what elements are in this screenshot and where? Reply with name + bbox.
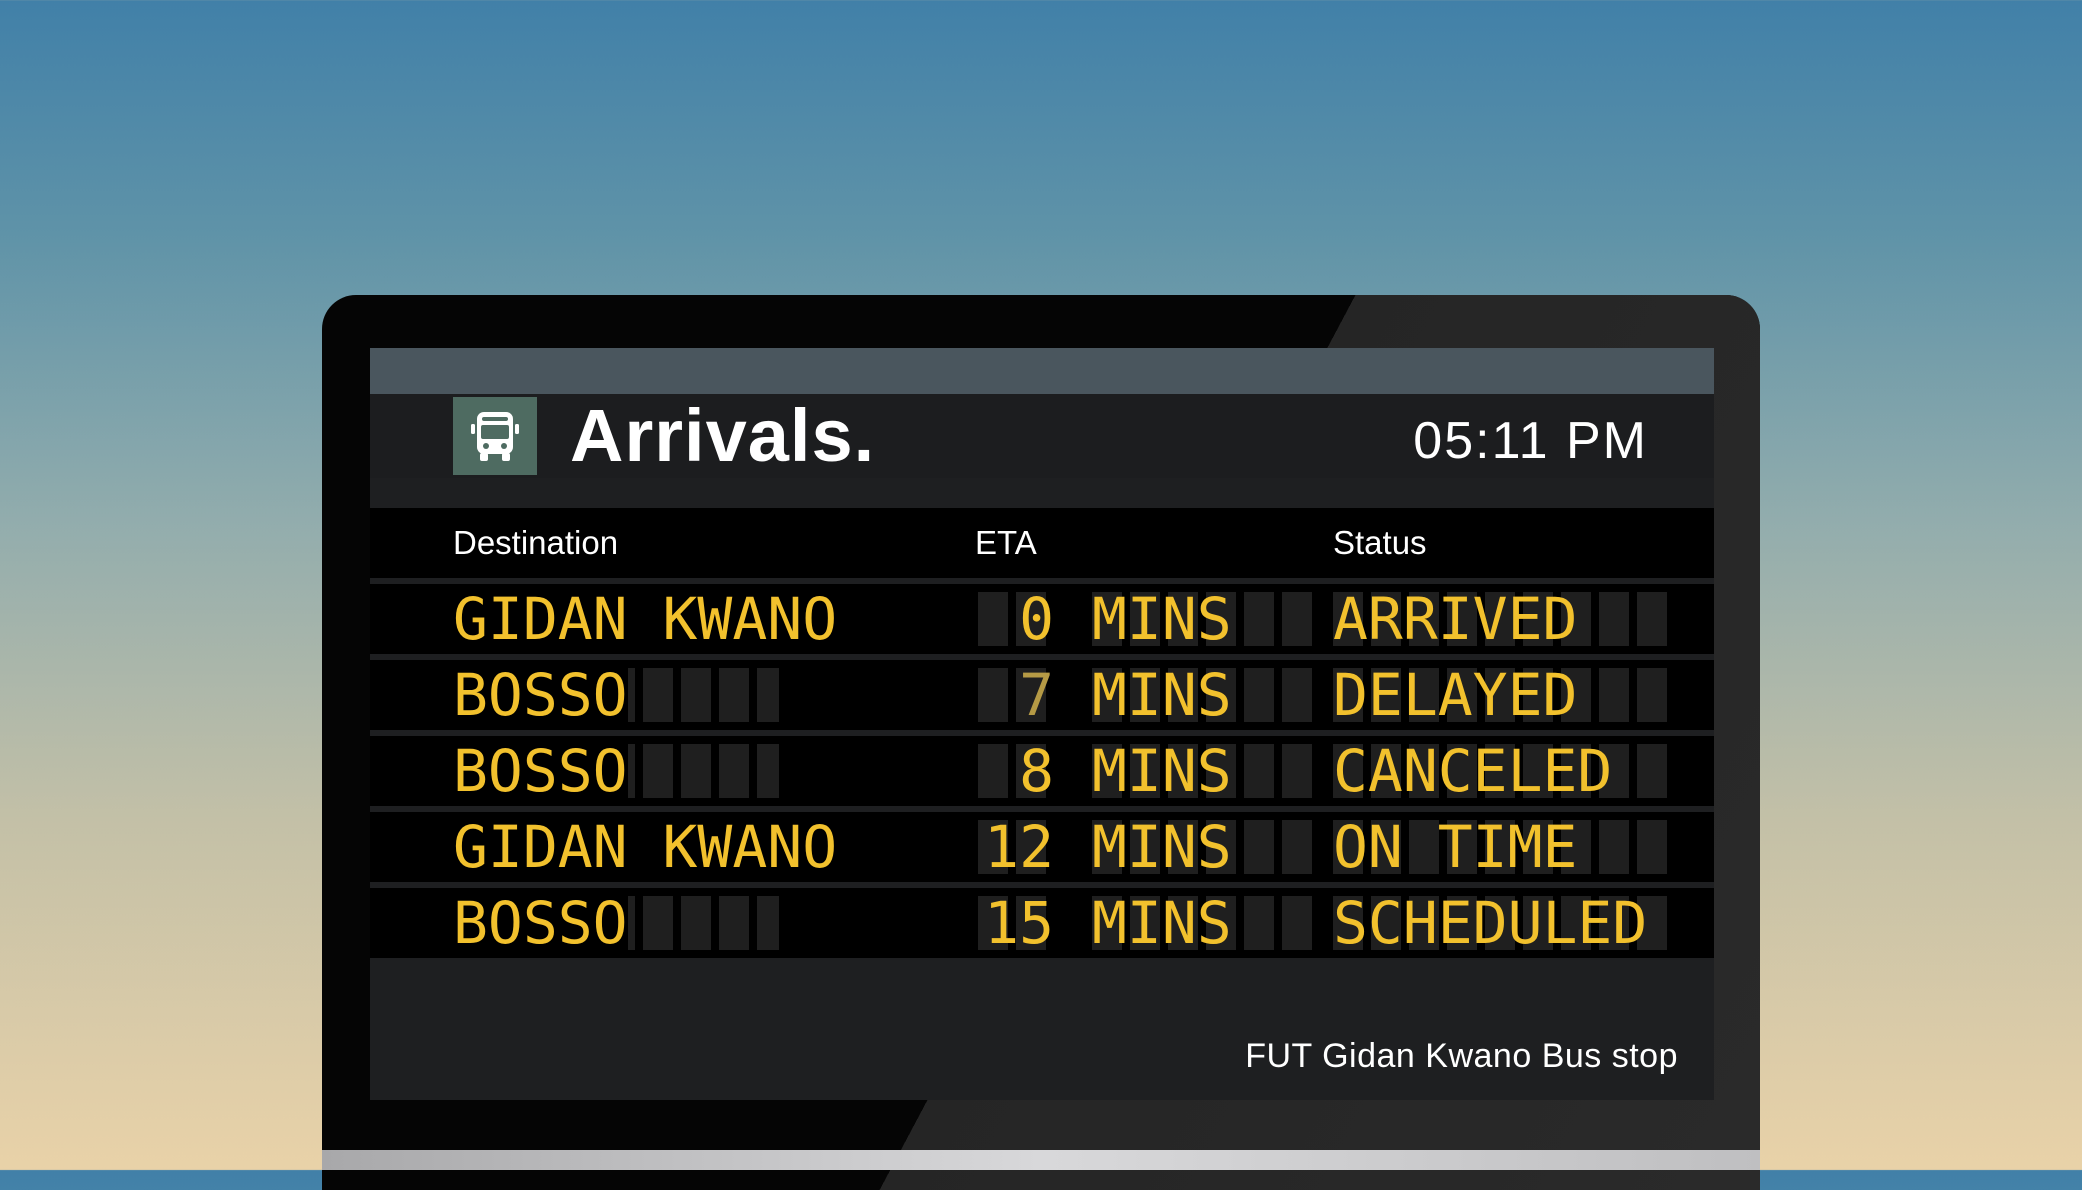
board-header: Arrivals. 05:11 PM [370,394,1714,478]
status-cell: DELAYED [1333,661,1578,729]
eta-value-cell: 12 [984,813,1054,881]
eta-value-cell: 8 [1019,737,1054,805]
display-monitor: Arrivals. 05:11 PM Destination ETA Statu… [322,295,1760,1190]
arrival-row: BOSSO 7 MINS DELAYED [370,660,1714,730]
bus-stop-name: FUT Gidan Kwano Bus stop [1245,1037,1678,1075]
arrivals-board: Arrivals. 05:11 PM Destination ETA Statu… [370,348,1714,1100]
arrival-row: BOSSO 15 MINS SCHEDULED [370,888,1714,958]
column-header-eta: ETA [975,524,1037,561]
column-headers: Destination ETA Status [370,508,1714,578]
monitor-chin [322,1150,1760,1170]
eta-unit-cell: MINS [1092,813,1232,881]
destination-cell: BOSSO [453,889,628,957]
eta-value-cell: 7 [1019,661,1054,729]
eta-unit-cell: MINS [1092,585,1232,653]
column-header-status: Status [1333,524,1427,561]
page-title: Arrivals. [570,394,876,477]
eta-unit-cell: MINS [1092,889,1232,957]
eta-unit-cell: MINS [1092,661,1232,729]
current-time: 05:11 PM [1413,412,1648,470]
eta-value-cell: 0 [1019,585,1054,653]
eta-value-cell: 15 [984,889,1054,957]
status-cell: SCHEDULED [1333,889,1648,957]
status-cell: ARRIVED [1333,585,1578,653]
arrival-row: BOSSO 8 MINS CANCELED [370,736,1714,806]
destination-cell: GIDAN KWANO [453,813,838,881]
arrival-row: GIDAN KWANO 0 MINS ARRIVED [370,584,1714,654]
destination-cell: BOSSO [453,661,628,729]
destination-cell: GIDAN KWANO [453,585,838,653]
arrival-row: GIDAN KWANO 12 MINS ON TIME [370,812,1714,882]
status-cell: CANCELED [1333,737,1613,805]
destination-cell: BOSSO [453,737,628,805]
bus-icon [453,397,537,475]
column-header-destination: Destination [453,524,619,561]
status-cell: ON TIME [1333,813,1578,881]
eta-unit-cell: MINS [1092,737,1232,805]
